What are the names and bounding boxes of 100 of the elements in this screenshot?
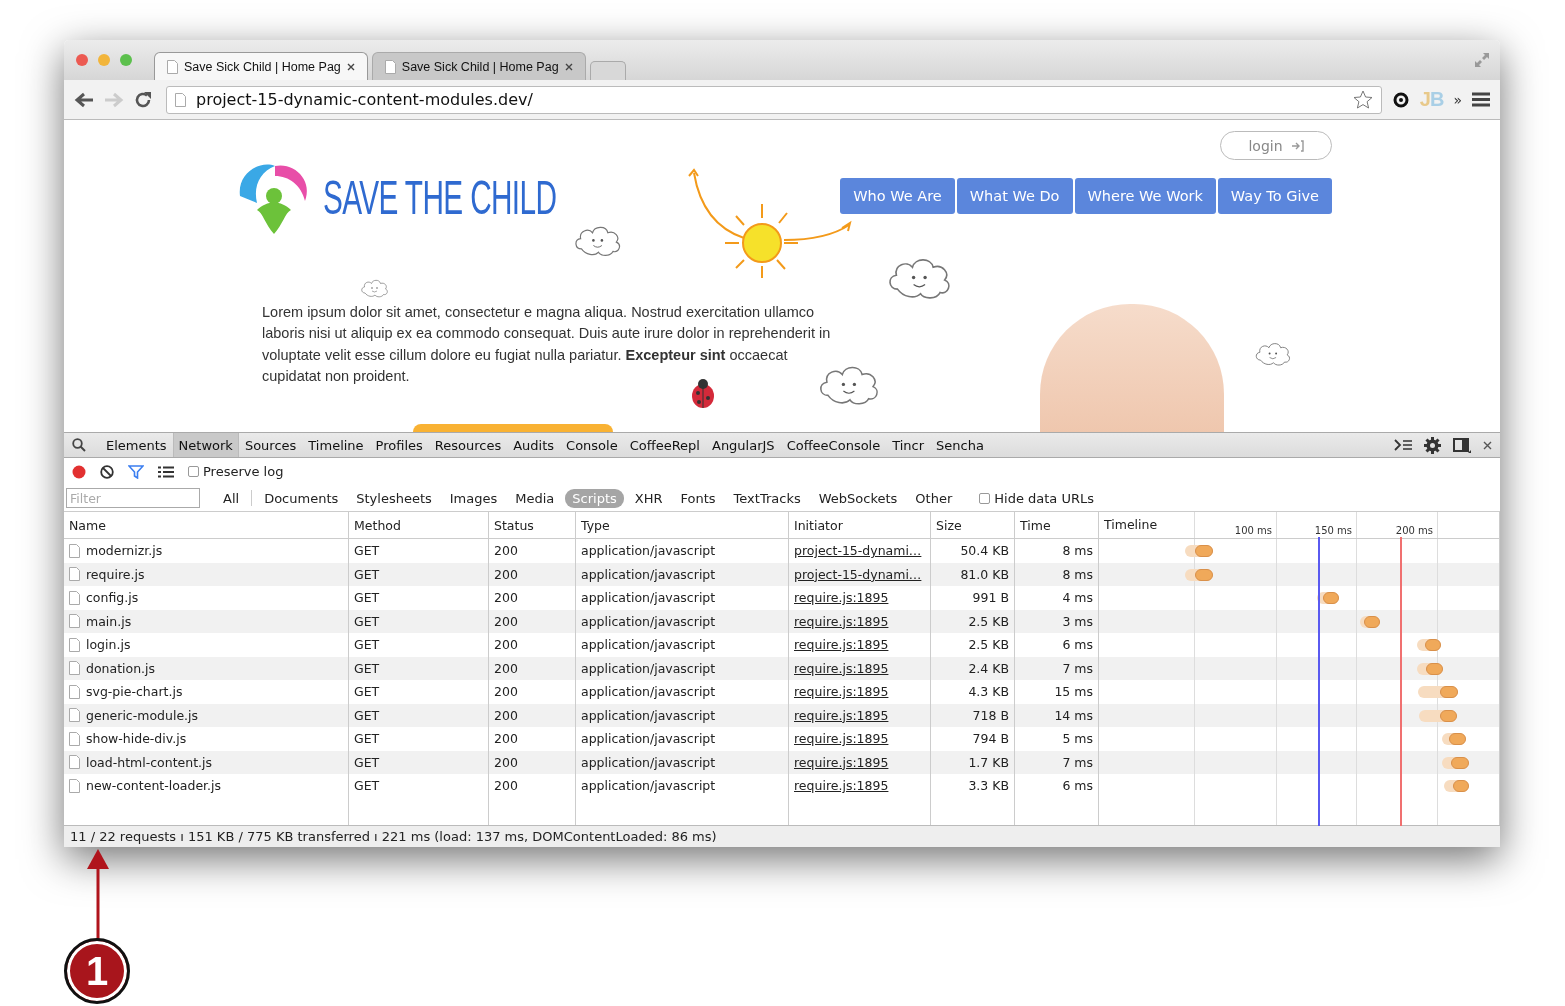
column-header[interactable]: Type [576,512,789,538]
type-filter[interactable]: Images [442,488,505,508]
login-button[interactable]: login [1220,131,1332,160]
type-filter[interactable]: Other [908,488,960,508]
column-header[interactable]: Status [489,512,576,538]
initiator-link[interactable]: require.js:1895 [794,637,889,653]
browser-tab[interactable]: Save Sick Child | Home Pag [154,52,368,80]
table-cell[interactable]: login.js [86,637,131,653]
table-cell[interactable]: new-content-loader.js [86,778,222,794]
table-cell[interactable]: require.js [86,566,145,582]
file-icon [69,637,80,652]
table-cell[interactable]: show-hide-div.js [86,731,187,747]
hide-data-urls-checkbox[interactable] [979,492,991,504]
table-cell: application/javascript [576,633,789,657]
star-icon[interactable] [1352,89,1373,110]
column-header[interactable]: Time [1015,512,1099,538]
column-header[interactable]: Timeline [1104,517,1158,532]
initiator-link[interactable]: require.js:1895 [794,707,889,723]
panel-tab[interactable]: CoffeeRepl [623,433,706,457]
console-drawer-icon[interactable] [1394,439,1412,451]
panel-tab[interactable]: Network [172,433,239,457]
back-icon[interactable] [74,91,94,108]
column-header[interactable]: Name [64,512,349,538]
panel-tab[interactable]: Timeline [302,433,370,457]
table-cell[interactable]: config.js [86,590,139,606]
clear-icon[interactable] [100,464,114,479]
overflow-button[interactable]: » [1453,91,1462,108]
timing-bar [1317,592,1339,604]
status-bar: 11 / 22 requests ı 151 KB / 775 KB transferred ı 221 ms (load: 137 ms, DOMContentLoaded: 86 ms) [64,825,1500,847]
type-filter[interactable]: Fonts [673,488,723,508]
type-filter[interactable]: Stylesheets [349,488,439,508]
initiator-link[interactable]: require.js:1895 [794,754,889,770]
panel-tab[interactable]: Profiles [369,433,429,457]
panel-tab[interactable]: Sources [238,433,303,457]
initiator-link[interactable]: require.js:1895 [794,684,889,700]
table-cell[interactable]: svg-pie-chart.js [86,684,183,700]
table-cell: 200 [489,774,576,798]
column-header[interactable]: Initiator [789,512,931,538]
page-icon [175,92,186,107]
initiator-link[interactable]: require.js:1895 [794,590,889,606]
panel-tab[interactable]: Resources [428,433,508,457]
initiator-link[interactable]: require.js:1895 [794,731,889,747]
nav-button[interactable]: Who We Are [840,178,955,214]
table-cell: 5 ms [1015,727,1099,751]
table-cell[interactable]: generic-module.js [86,707,199,723]
nav-button[interactable]: Where We Work [1074,178,1216,214]
table-cell: application/javascript [576,539,789,563]
initiator-link[interactable]: require.js:1895 [794,613,889,629]
type-filter[interactable]: All [216,488,247,508]
record-button[interactable] [72,464,86,479]
nav-button[interactable]: Way To Give [1217,178,1332,214]
address-field[interactable]: project-15-dynamic-content-modules.dev/ [166,85,1382,114]
type-filter[interactable]: XHR [627,488,670,508]
column-header[interactable]: Method [349,512,489,538]
initiator-link[interactable]: require.js:1895 [794,778,889,794]
table-cell[interactable]: modernizr.js [86,543,163,559]
timeline-tick: 150 ms [1314,525,1352,536]
close-icon[interactable] [346,62,355,71]
panel-tab[interactable]: Console [560,433,624,457]
initiator-link[interactable]: require.js:1895 [794,660,889,676]
table-cell[interactable]: donation.js [86,660,156,676]
close-icon[interactable] [1483,440,1492,450]
settings-icon[interactable] [1424,436,1441,454]
table-cell[interactable]: load-html-content.js [86,754,213,770]
table-cell: GET [349,633,489,657]
table-cell: 2.5 KB [931,609,1015,633]
intro-paragraph: Lorem ipsum dolor sit amet, consectetur e magna aliqua. Nostrud exercitation ullamco laboris nisi ut aliquip ex ea commodo consequat. Duis aute irure dolor in reprehenderit in voluptate velit esse cillum dolore eu fugiat nulla pariatur. Excepteur sint occaecat cupidatat non proident. [262,303,832,386]
table-cell: 2.5 KB [931,633,1015,657]
menu-icon[interactable] [1472,92,1490,107]
search-icon[interactable] [72,438,86,452]
type-filter[interactable]: Documents [257,488,346,508]
initiator-link[interactable]: project-15-dynami… [794,566,922,582]
browser-tab[interactable]: Save Sick Child | Home Pag [371,52,586,80]
panel-tab[interactable]: AngularJS [706,433,781,457]
table-cell: application/javascript [576,774,789,798]
initiator-link[interactable]: project-15-dynami… [794,543,922,559]
panel-tab[interactable]: Tincr [886,433,931,457]
close-icon[interactable] [564,62,573,71]
dock-icon[interactable] [1453,437,1471,453]
type-filter[interactable]: WebSockets [811,488,905,508]
file-icon [69,543,80,558]
reload-icon[interactable] [134,90,152,109]
table-cell: application/javascript [576,727,789,751]
table-cell: 4 ms [1015,586,1099,610]
column-header[interactable]: Size [931,512,1015,538]
filter-icon[interactable] [128,464,144,479]
filter-field[interactable]: Filter [66,488,200,508]
panel-tab[interactable]: Sencha [930,433,990,457]
timing-bar [1417,639,1441,651]
panel-tab[interactable]: Audits [507,433,561,457]
nav-button[interactable]: What We Do [956,178,1073,214]
type-filter[interactable]: TextTracks [726,488,808,508]
panel-tab[interactable]: CoffeeConsole [780,433,887,457]
panel-tab[interactable]: Elements [100,433,173,457]
list-view-icon[interactable] [158,465,174,478]
table-cell: application/javascript [576,680,789,704]
close-window-button[interactable] [76,54,88,66]
type-filter[interactable]: Media [508,488,562,508]
table-cell[interactable]: main.js [86,613,132,629]
preserve-log-checkbox[interactable] [188,466,199,477]
